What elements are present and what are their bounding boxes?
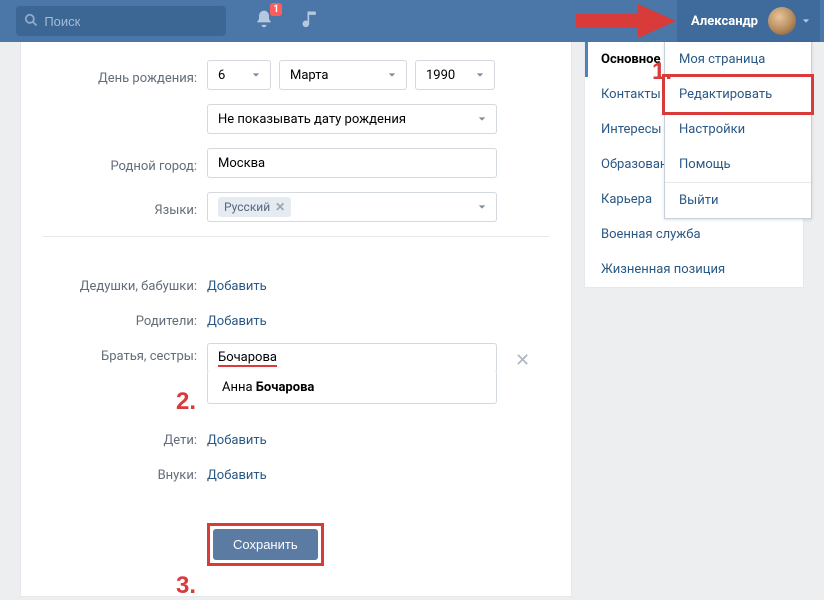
row-languages: Языки: Русский ✕	[21, 192, 549, 222]
siblings-suggestion[interactable]: Анна Бочарова	[207, 372, 497, 404]
chevron-down-icon	[388, 68, 396, 83]
input-siblings[interactable]: Бочарова	[207, 343, 497, 373]
chevron-down-icon	[476, 68, 484, 83]
label-children: Дети:	[21, 427, 207, 448]
chevron-down-icon	[478, 200, 486, 215]
row-birthday: День рождения: 6 Марта 1990	[21, 60, 549, 90]
label-grandchildren: Внуки:	[21, 462, 207, 483]
user-menu-button[interactable]: Александр	[677, 0, 820, 42]
row-children: Дети: Добавить	[21, 427, 549, 448]
select-birth-day-value: 6	[218, 68, 225, 83]
profile-form-panel: День рождения: 6 Марта 1990	[20, 42, 572, 597]
menu-item-settings[interactable]: Настройки	[665, 112, 811, 147]
label-hometown: Родной город:	[21, 153, 207, 174]
topbar: 1 Александр	[0, 0, 824, 42]
add-grandchildren-link[interactable]: Добавить	[207, 462, 267, 483]
label-siblings: Братья, сестры:	[21, 343, 207, 364]
row-grandchildren: Внуки: Добавить	[21, 462, 549, 483]
save-row: Сохранить	[21, 523, 549, 566]
divider	[43, 236, 549, 237]
menu-item-my-page[interactable]: Моя страница	[665, 42, 811, 77]
select-birthday-visibility-value: Не показывать дату рождения	[218, 112, 406, 127]
menu-item-help[interactable]: Помощь	[665, 147, 811, 182]
select-birthday-visibility[interactable]: Не показывать дату рождения	[207, 104, 497, 134]
input-hometown-value: Москва	[218, 156, 265, 171]
remove-sibling-icon[interactable]: ✕	[515, 346, 530, 371]
input-siblings-value: Бочарова	[218, 350, 277, 367]
select-birth-year-value: 1990	[426, 68, 455, 83]
label-grandparents: Дедушки, бабушки:	[21, 273, 207, 294]
menu-item-edit[interactable]: Редактировать	[662, 74, 814, 115]
chevron-down-icon	[802, 14, 810, 29]
chip-remove-icon[interactable]: ✕	[275, 200, 285, 214]
lang-chip-text: Русский	[224, 200, 270, 214]
chevron-down-icon	[252, 68, 260, 83]
label-languages: Языки:	[21, 197, 207, 218]
row-siblings: Братья, сестры: Бочарова Анна Бочарова ✕	[21, 343, 549, 373]
row-hometown: Родной город: Москва	[21, 148, 549, 178]
select-birth-month-value: Марта	[290, 68, 328, 83]
save-button[interactable]: Сохранить	[213, 529, 318, 560]
nav-item-life-position[interactable]: Жизненная позиция	[585, 252, 803, 287]
annotation-box-save: Сохранить	[207, 523, 324, 566]
search-input[interactable]	[44, 14, 218, 29]
suggest-bold: Бочарова	[256, 380, 315, 395]
annotation-number-3: 3.	[176, 572, 196, 600]
search-icon	[24, 13, 38, 29]
user-dropdown: Моя страница Редактировать Настройки Пом…	[664, 42, 812, 219]
notify-badge: 1	[270, 3, 282, 16]
user-name: Александр	[691, 14, 758, 29]
chevron-down-icon	[478, 112, 486, 127]
row-parents: Родители: Добавить	[21, 308, 549, 329]
suggest-prefix: Анна	[222, 380, 256, 395]
avatar	[768, 7, 796, 35]
add-grandparents-link[interactable]: Добавить	[207, 273, 267, 294]
music-button[interactable]	[300, 9, 320, 33]
row-hide-birthday: Не показывать дату рождения	[21, 104, 549, 134]
add-children-link[interactable]: Добавить	[207, 427, 267, 448]
top-icons: 1	[254, 9, 320, 33]
select-birth-day[interactable]: 6	[207, 60, 271, 90]
select-birth-year[interactable]: 1990	[415, 60, 495, 90]
notifications-button[interactable]: 1	[254, 9, 274, 33]
lang-chip: Русский ✕	[218, 197, 291, 217]
search-box[interactable]	[16, 6, 226, 36]
add-parents-link[interactable]: Добавить	[207, 308, 267, 329]
input-hometown[interactable]: Москва	[207, 148, 497, 178]
label-parents: Родители:	[21, 308, 207, 329]
nav-item-military[interactable]: Военная служба	[585, 217, 803, 252]
label-birthday: День рождения:	[21, 65, 207, 86]
select-birth-month[interactable]: Марта	[279, 60, 407, 90]
music-icon	[300, 9, 320, 29]
row-grandparents: Дедушки, бабушки: Добавить	[21, 273, 549, 294]
select-languages[interactable]: Русский ✕	[207, 192, 497, 222]
menu-item-logout[interactable]: Выйти	[665, 182, 811, 218]
